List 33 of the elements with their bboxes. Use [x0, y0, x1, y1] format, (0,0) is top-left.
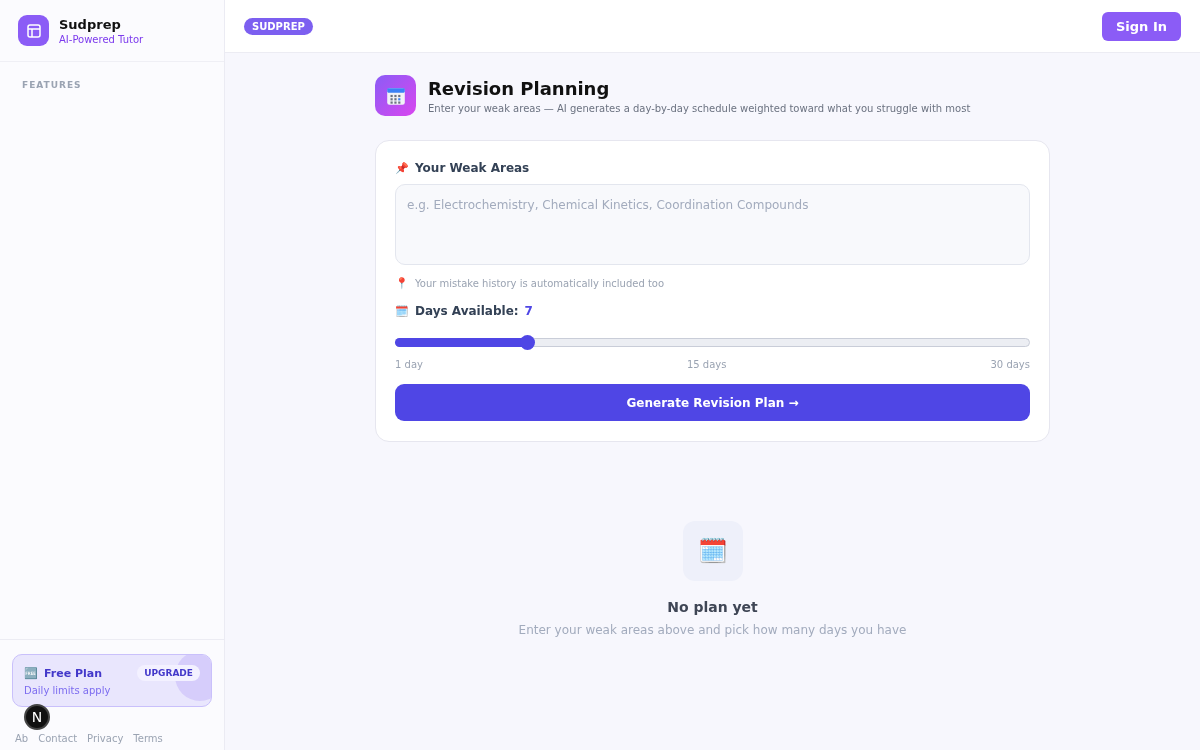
- pin-icon: 📍: [395, 277, 409, 290]
- scale-label: 15 days: [686, 359, 727, 370]
- weak-areas-field[interactable]: e.g. Electrochemistry, Chemical Kinetics, Coordination Compounds: [395, 184, 1030, 265]
- empty-text: Enter your weak areas above and pick how many days you have: [518, 623, 907, 637]
- footer-link[interactable]: Privacy: [87, 733, 124, 744]
- page-subtitle: Enter your weak areas — AI generates a day-by-day schedule weighted toward what you struggle with most: [428, 102, 971, 114]
- days-label: Days Available:: [415, 304, 519, 318]
- empty-title: No plan yet: [667, 599, 758, 615]
- calendar-icon: 🗓: [395, 304, 409, 318]
- slider-thumb[interactable]: [520, 335, 535, 350]
- brand-name: Sudprep: [59, 16, 122, 32]
- upgrade-button[interactable]: UPGRADE: [137, 665, 200, 681]
- field-label: Your Weak Areas: [415, 161, 530, 175]
- brand-tagline: AI-Powered Tutor: [59, 33, 144, 45]
- avatar-button[interactable]: N: [24, 704, 50, 730]
- days-slider[interactable]: [395, 338, 1030, 347]
- scale-label: 30 days: [990, 359, 1030, 370]
- hint-text: Your mistake history is automatically included too: [415, 278, 665, 289]
- sign-in-button[interactable]: Sign In: [1102, 11, 1181, 41]
- pin-icon: 📌: [395, 161, 409, 175]
- app-badge: SUDPREP: [244, 17, 313, 35]
- days-value: 7: [524, 304, 533, 318]
- plan-title: 🆓 Free Plan: [24, 666, 103, 680]
- footer-link[interactable]: Contact: [38, 733, 78, 744]
- generate-button[interactable]: Generate Revision Plan →: [395, 384, 1030, 421]
- logo-icon: [18, 15, 49, 46]
- footer-link[interactable]: Ab: [15, 733, 29, 744]
- plan-subtitle: Daily limits apply: [24, 685, 112, 696]
- calendar-icon: 🗓: [682, 521, 743, 581]
- page-title: Revision Planning: [428, 77, 611, 99]
- scale-label: 1 day: [395, 359, 423, 370]
- footer-link[interactable]: Terms: [133, 733, 163, 744]
- section-heading: FEATURES: [21, 79, 83, 92]
